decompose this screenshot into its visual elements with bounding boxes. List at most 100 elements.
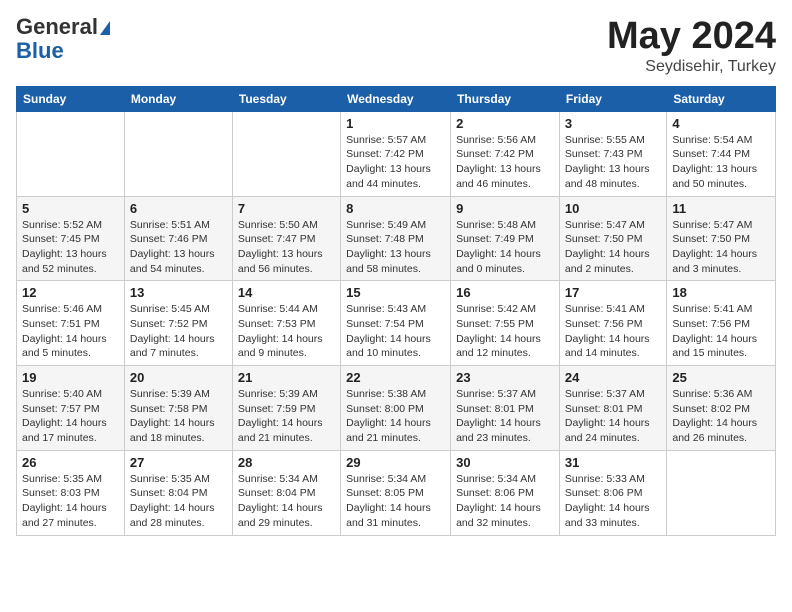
cell-info-line: Sunset: 7:57 PM (22, 402, 119, 417)
header: General Blue May 2024 Seydisehir, Turkey (16, 16, 776, 76)
calendar-cell: 22Sunrise: 5:38 AMSunset: 8:00 PMDayligh… (341, 366, 451, 451)
cell-info-line: Sunrise: 5:50 AM (238, 218, 335, 233)
cell-info-line: Sunrise: 5:57 AM (346, 133, 445, 148)
cell-info-line: Sunrise: 5:48 AM (456, 218, 554, 233)
calendar-cell: 27 Sunrise: 5:35 AMSunset: 8:04 PMDayligh… (124, 450, 232, 535)
cell-day-number: 6 (130, 201, 227, 216)
calendar-cell: 18Sunrise: 5:41 AMSunset: 7:56 PMDayligh… (667, 281, 776, 366)
cell-info: Sunrise: 5:47 AMSunset: 7:50 PMDaylight:… (672, 218, 770, 277)
calendar-cell: 28 Sunrise: 5:34 AMSunset: 8:04 PMDayligh… (232, 450, 340, 535)
cell-info-line: Sunrise: 5:34 AM (238, 472, 335, 487)
cell-info-line: Sunrise: 5:47 AM (672, 218, 770, 233)
cell-day-number: 16 (456, 285, 554, 300)
calendar-header-thursday: Thursday (451, 86, 560, 111)
calendar-week-row: 5Sunrise: 5:52 AMSunset: 7:45 PMDaylight… (17, 196, 776, 281)
cell-day-number: 7 (238, 201, 335, 216)
cell-info: Sunrise: 5:34 AMSunset: 8:06 PMDaylight:… (456, 472, 554, 531)
cell-info-line: Sunset: 7:46 PM (130, 232, 227, 247)
cell-info-line: Sunset: 7:47 PM (238, 232, 335, 247)
calendar-header-friday: Friday (559, 86, 666, 111)
cell-day-number: 25 (672, 370, 770, 385)
cell-day-number: 30 (456, 455, 554, 470)
cell-info-line: Daylight: 14 hours and 9 minutes. (238, 332, 335, 361)
logo-triangle-icon (100, 21, 110, 35)
calendar-cell: 21Sunrise: 5:39 AMSunset: 7:59 PMDayligh… (232, 366, 340, 451)
calendar-week-row: 12Sunrise: 5:46 AMSunset: 7:51 PMDayligh… (17, 281, 776, 366)
cell-info-line: Sunrise: 5:39 AM (238, 387, 335, 402)
cell-info-line: Sunset: 7:56 PM (672, 317, 770, 332)
cell-info-line: Sunrise: 5:52 AM (22, 218, 119, 233)
calendar-cell: 17 Sunrise: 5:41 AMSunset: 7:56 PMDayligh… (559, 281, 666, 366)
cell-info-line: Daylight: 14 hours and 5 minutes. (22, 332, 119, 361)
cell-day-number: 9 (456, 201, 554, 216)
cell-info-line: Daylight: 14 hours and 12 minutes. (456, 332, 554, 361)
cell-info-line: Sunrise: 5:56 AM (456, 133, 554, 148)
calendar-title: May 2024 (607, 16, 776, 58)
cell-info-line: Sunset: 7:44 PM (672, 147, 770, 162)
cell-info-line: Daylight: 14 hours and 23 minutes. (456, 416, 554, 445)
cell-day-number: 28 (238, 455, 335, 470)
calendar-week-row: 1Sunrise: 5:57 AMSunset: 7:42 PMDaylight… (17, 111, 776, 196)
calendar-cell: 11 Sunrise: 5:47 AMSunset: 7:50 PMDayligh… (667, 196, 776, 281)
cell-day-number: 10 (565, 201, 661, 216)
cell-info-line: Daylight: 14 hours and 7 minutes. (130, 332, 227, 361)
cell-info-line: Daylight: 14 hours and 21 minutes. (346, 416, 445, 445)
cell-info-line: Sunset: 8:00 PM (346, 402, 445, 417)
calendar-cell: 5Sunrise: 5:52 AMSunset: 7:45 PMDaylight… (17, 196, 125, 281)
cell-info: Sunrise: 5:41 AMSunset: 7:56 PMDaylight:… (565, 302, 661, 361)
cell-info: Sunrise: 5:49 AMSunset: 7:48 PMDaylight:… (346, 218, 445, 277)
cell-info-line: Sunset: 7:50 PM (672, 232, 770, 247)
cell-info-line: Sunrise: 5:46 AM (22, 302, 119, 317)
cell-info: Sunrise: 5:57 AMSunset: 7:42 PMDaylight:… (346, 133, 445, 192)
cell-info-line: Daylight: 13 hours and 54 minutes. (130, 247, 227, 276)
cell-info-line: Daylight: 13 hours and 50 minutes. (672, 162, 770, 191)
cell-day-number: 17 (565, 285, 661, 300)
cell-info: Sunrise: 5:34 AMSunset: 8:05 PMDaylight:… (346, 472, 445, 531)
cell-info-line: Sunrise: 5:45 AM (130, 302, 227, 317)
cell-info-line: Daylight: 13 hours and 58 minutes. (346, 247, 445, 276)
cell-info-line: Daylight: 14 hours and 14 minutes. (565, 332, 661, 361)
cell-info: Sunrise: 5:37 AMSunset: 8:01 PMDaylight:… (565, 387, 661, 446)
cell-info-line: Sunset: 7:50 PM (565, 232, 661, 247)
cell-info-line: Sunset: 7:54 PM (346, 317, 445, 332)
calendar-week-row: 19 Sunrise: 5:40 AMSunset: 7:57 PM Dayligh… (17, 366, 776, 451)
cell-info-line: Sunrise: 5:43 AM (346, 302, 445, 317)
page: General Blue May 2024 Seydisehir, Turkey… (0, 0, 792, 546)
calendar-header-monday: Monday (124, 86, 232, 111)
cell-day-number: 18 (672, 285, 770, 300)
cell-day-number: 11 (672, 201, 770, 216)
cell-day-number: 27 (130, 455, 227, 470)
cell-info-line: Daylight: 14 hours and 27 minutes. (22, 501, 119, 530)
calendar-header-sunday: Sunday (17, 86, 125, 111)
cell-info-line: Sunrise: 5:40 AM (22, 387, 119, 402)
cell-day-number: 13 (130, 285, 227, 300)
cell-info-line: Daylight: 14 hours and 29 minutes. (238, 501, 335, 530)
cell-info-line: Sunrise: 5:41 AM (672, 302, 770, 317)
cell-day-number: 19 (22, 370, 119, 385)
calendar-cell: 15Sunrise: 5:43 AMSunset: 7:54 PMDayligh… (341, 281, 451, 366)
cell-day-number: 3 (565, 116, 661, 131)
cell-info-line: Daylight: 13 hours and 46 minutes. (456, 162, 554, 191)
cell-info: Sunrise: 5:54 AMSunset: 7:44 PMDaylight:… (672, 133, 770, 192)
cell-info-line: Sunset: 7:42 PM (456, 147, 554, 162)
cell-info-line: Sunset: 7:42 PM (346, 147, 445, 162)
calendar-cell: 24Sunrise: 5:37 AMSunset: 8:01 PMDayligh… (559, 366, 666, 451)
calendar-cell (232, 111, 340, 196)
cell-day-number: 4 (672, 116, 770, 131)
cell-info: Sunrise: 5:35 AMSunset: 8:04 PMDaylight:… (130, 472, 227, 531)
cell-info: Sunrise: 5:50 AMSunset: 7:47 PMDaylight:… (238, 218, 335, 277)
cell-day-number: 29 (346, 455, 445, 470)
calendar-cell: 12Sunrise: 5:46 AMSunset: 7:51 PMDayligh… (17, 281, 125, 366)
calendar-cell: 4 Sunrise: 5:54 AMSunset: 7:44 PMDaylight… (667, 111, 776, 196)
calendar-cell: 8Sunrise: 5:49 AMSunset: 7:48 PMDaylight… (341, 196, 451, 281)
calendar-week-row: 26Sunrise: 5:35 AMSunset: 8:03 PMDayligh… (17, 450, 776, 535)
title-block: May 2024 Seydisehir, Turkey (607, 16, 776, 76)
cell-info-line: Sunrise: 5:39 AM (130, 387, 227, 402)
cell-info: Sunrise: 5:43 AMSunset: 7:54 PMDaylight:… (346, 302, 445, 361)
logo: General Blue (16, 16, 110, 64)
cell-info-line: Sunset: 8:04 PM (238, 486, 335, 501)
cell-info-line: Sunset: 7:52 PM (130, 317, 227, 332)
calendar-cell: 14Sunrise: 5:44 AMSunset: 7:53 PMDayligh… (232, 281, 340, 366)
cell-info-line: Sunrise: 5:35 AM (130, 472, 227, 487)
cell-info: Sunrise: 5:33 AMSunset: 8:06 PMDaylight:… (565, 472, 661, 531)
